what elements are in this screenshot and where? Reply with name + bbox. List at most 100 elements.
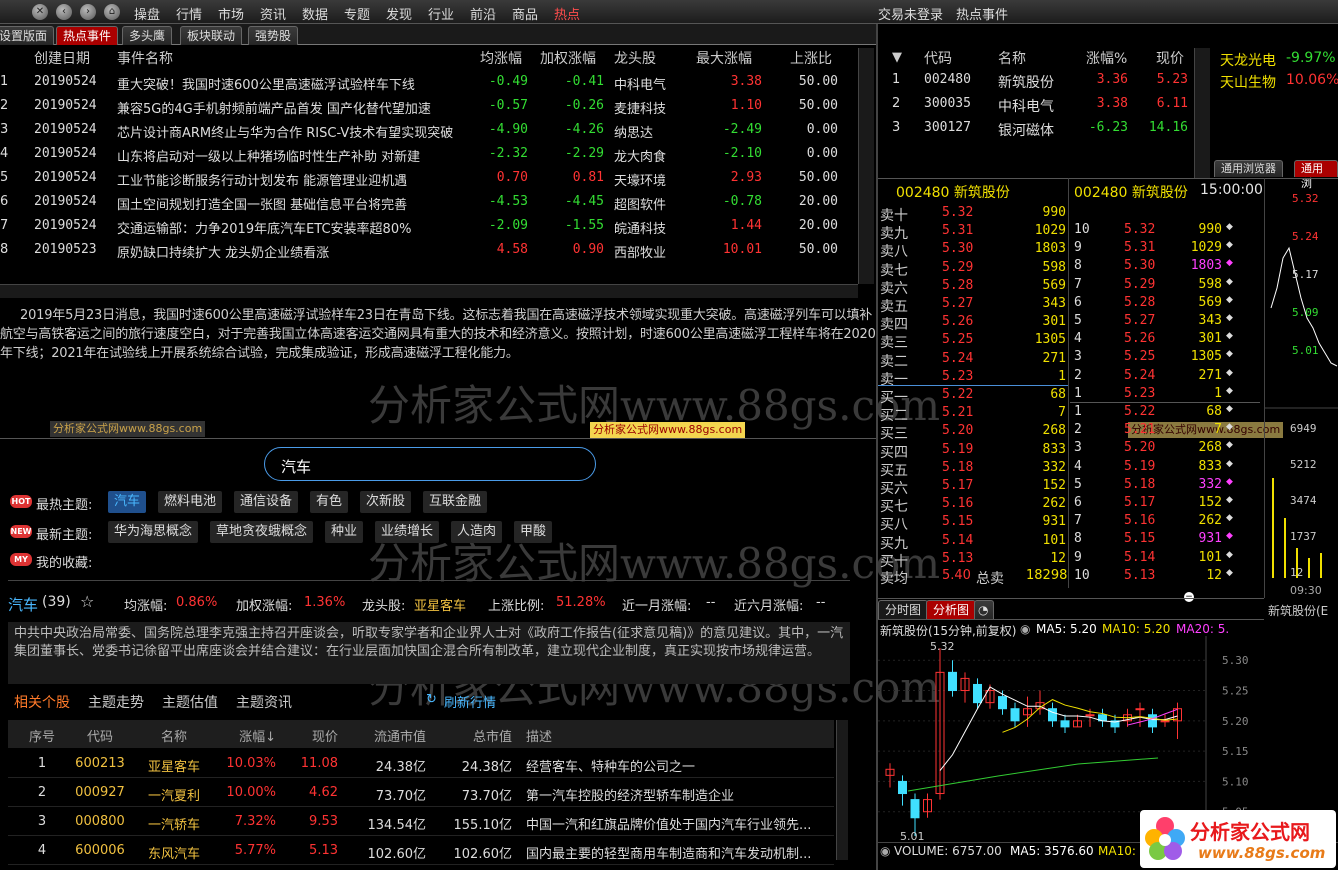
refresh-icon[interactable]: ↻	[426, 692, 437, 707]
tab-qiangshigu[interactable]: 强势股	[248, 26, 299, 45]
ob-price[interactable]: 5.14	[942, 533, 973, 548]
col-event-name[interactable]: 事件名称	[117, 48, 173, 68]
rel-col-code[interactable]: 代码	[924, 48, 952, 68]
settings-icon[interactable]: ◉	[1020, 622, 1030, 636]
theme-lead[interactable]: 亚星客车	[414, 595, 466, 614]
topic-chip[interactable]: 通信设备	[234, 491, 299, 513]
tab-intraday[interactable]: 分时图	[878, 600, 929, 619]
tab-browser-2[interactable]: 通用浏	[1294, 160, 1338, 190]
settings-icon[interactable]: ◉	[880, 844, 890, 858]
stocks-col-header[interactable]: 代码	[64, 726, 136, 745]
ob-price[interactable]: 5.22	[942, 387, 973, 402]
depth-price[interactable]: 5.26	[1124, 331, 1155, 346]
event-row[interactable]: 6 20190524 国土空间规划打造全国一张图 基础信息平台将完善 -4.53 -4.…	[0, 190, 860, 214]
stock-index[interactable]: 4	[22, 843, 62, 858]
menu-shichang[interactable]: 市场	[218, 4, 244, 23]
stock-code[interactable]: 600006	[64, 843, 136, 858]
refresh-button[interactable]: 刷新行情	[444, 692, 496, 711]
topic-chip[interactable]: 华为海思概念	[108, 521, 199, 543]
event-row[interactable]: 8 20190523 原奶缺口持续扩大 龙头奶企业绩看涨 4.58 0.90 西部牧业 10…	[0, 238, 860, 262]
stock-index[interactable]: 2	[22, 785, 62, 800]
event-row[interactable]: 5 20190524 工业节能诊断服务行动计划发布 能源管理业迎机遇 0.70 0.81…	[0, 166, 860, 190]
menu-faxian[interactable]: 发现	[386, 4, 412, 23]
collapse-icon[interactable]: −	[1184, 592, 1194, 602]
event-row[interactable]: 4 20190524 山东将启动对一级以上种猪场临时性生产补助 对新建 -2.32 -2…	[0, 142, 860, 166]
history-icon[interactable]: ◔	[974, 600, 994, 619]
depth-price[interactable]: 5.27	[1124, 313, 1155, 328]
ob-price[interactable]: 5.29	[942, 260, 973, 275]
col-max-change[interactable]: 最大涨幅	[696, 48, 752, 68]
stock-code[interactable]: 600213	[64, 756, 136, 771]
rel-col-price[interactable]: 现价	[1156, 48, 1184, 68]
col-weighted-change[interactable]: 加权涨幅	[540, 48, 596, 68]
depth-price[interactable]: 5.16	[1124, 513, 1155, 528]
stocks-scrollbar[interactable]	[836, 720, 848, 860]
stocks-col-header[interactable]: 序号	[22, 726, 62, 745]
subtab-news[interactable]: 主题资讯	[236, 692, 292, 712]
depth-price[interactable]: 5.31	[1124, 240, 1155, 255]
search-input[interactable]: 汽车	[264, 447, 596, 481]
ob-price[interactable]: 5.19	[942, 442, 973, 457]
stock-name[interactable]: 一汽轿车	[140, 814, 208, 833]
stock-index[interactable]: 1	[22, 756, 62, 771]
star-icon[interactable]: ☆	[80, 592, 94, 611]
stocks-col-header[interactable]: 涨幅↓	[212, 726, 276, 745]
stock-code[interactable]: 000927	[64, 785, 136, 800]
rel-code[interactable]: 002480	[924, 72, 971, 87]
rel-name[interactable]: 新筑股份	[998, 72, 1054, 92]
stock-name[interactable]: 东风汽车	[140, 843, 208, 862]
events-hscrollbar[interactable]	[0, 284, 858, 298]
ob-price[interactable]: 5.30	[942, 241, 973, 256]
ob-price[interactable]: 5.21	[942, 405, 973, 420]
depth-price[interactable]: 5.13	[1124, 568, 1155, 583]
depth-price[interactable]: 5.19	[1124, 459, 1155, 474]
close-icon[interactable]: ✕	[32, 4, 48, 20]
home-icon[interactable]: ⌂	[104, 4, 120, 20]
depth-price[interactable]: 5.22	[1124, 404, 1155, 419]
subtab-trend[interactable]: 主题走势	[88, 692, 144, 712]
login-status[interactable]: 交易未登录	[878, 4, 943, 23]
topic-chip[interactable]: 燃料电池	[158, 491, 223, 513]
menu-shangpin[interactable]: 商品	[512, 4, 538, 23]
rel-col-change[interactable]: 涨幅%	[1086, 48, 1127, 68]
ob-price[interactable]: 5.25	[942, 332, 973, 347]
ob-price[interactable]: 5.15	[942, 514, 973, 529]
ob-price[interactable]: 5.13	[942, 551, 973, 566]
stock-index[interactable]: 3	[22, 814, 62, 829]
tab-bankuai[interactable]: 板块联动	[180, 26, 243, 45]
back-icon[interactable]: ‹	[56, 4, 72, 20]
event-row[interactable]: 1 20190524 重大突破！我国时速600公里高速磁浮试验样车下线 -0.49 -0…	[0, 70, 860, 94]
menu-hangye[interactable]: 行业	[428, 4, 454, 23]
topic-chip[interactable]: 有色	[310, 491, 349, 513]
depth-price[interactable]: 5.32	[1124, 222, 1155, 237]
col-up-ratio[interactable]: 上涨比	[790, 48, 832, 68]
menu-caopan[interactable]: 操盘	[134, 4, 160, 23]
stocks-col-header[interactable]: 总市值	[432, 726, 512, 745]
depth-price[interactable]: 5.28	[1124, 295, 1155, 310]
ticker-name[interactable]: 天龙光电	[1220, 50, 1276, 70]
stocks-col-header[interactable]: 现价	[282, 726, 338, 745]
menu-hangqing[interactable]: 行情	[176, 4, 202, 23]
topic-chip[interactable]: 互联金融	[423, 491, 488, 513]
col-avg-change[interactable]: 均涨幅	[480, 48, 522, 68]
tab-analysis[interactable]: 分析图	[926, 600, 977, 619]
topic-chip[interactable]: 汽车	[108, 491, 147, 513]
tab-duotouying[interactable]: 多头鹰	[122, 26, 173, 45]
rel-code[interactable]: 300035	[924, 96, 971, 111]
depth-price[interactable]: 5.18	[1124, 477, 1155, 492]
ob-price[interactable]: 5.18	[942, 460, 973, 475]
ob-price[interactable]: 5.23	[942, 369, 973, 384]
ob-price[interactable]: 5.27	[942, 296, 973, 311]
depth-price[interactable]: 5.25	[1124, 349, 1155, 364]
subtab-valuation[interactable]: 主题估值	[162, 692, 218, 712]
tab-hot-events[interactable]: 热点事件	[56, 26, 119, 45]
depth-price[interactable]: 5.20	[1124, 440, 1155, 455]
stock-code[interactable]: 000800	[64, 814, 136, 829]
topic-chip[interactable]: 甲酸	[514, 521, 553, 543]
topic-chip[interactable]: 次新股	[360, 491, 412, 513]
event-row[interactable]: 7 20190524 交通运输部：力争2019年底汽车ETC安装率超80% -2.09…	[0, 214, 860, 238]
col-date[interactable]: 创建日期	[34, 48, 90, 68]
subtab-related-stocks[interactable]: 相关个股	[14, 692, 70, 712]
topic-chip[interactable]: 种业	[325, 521, 364, 543]
ob-price[interactable]: 5.28	[942, 278, 973, 293]
